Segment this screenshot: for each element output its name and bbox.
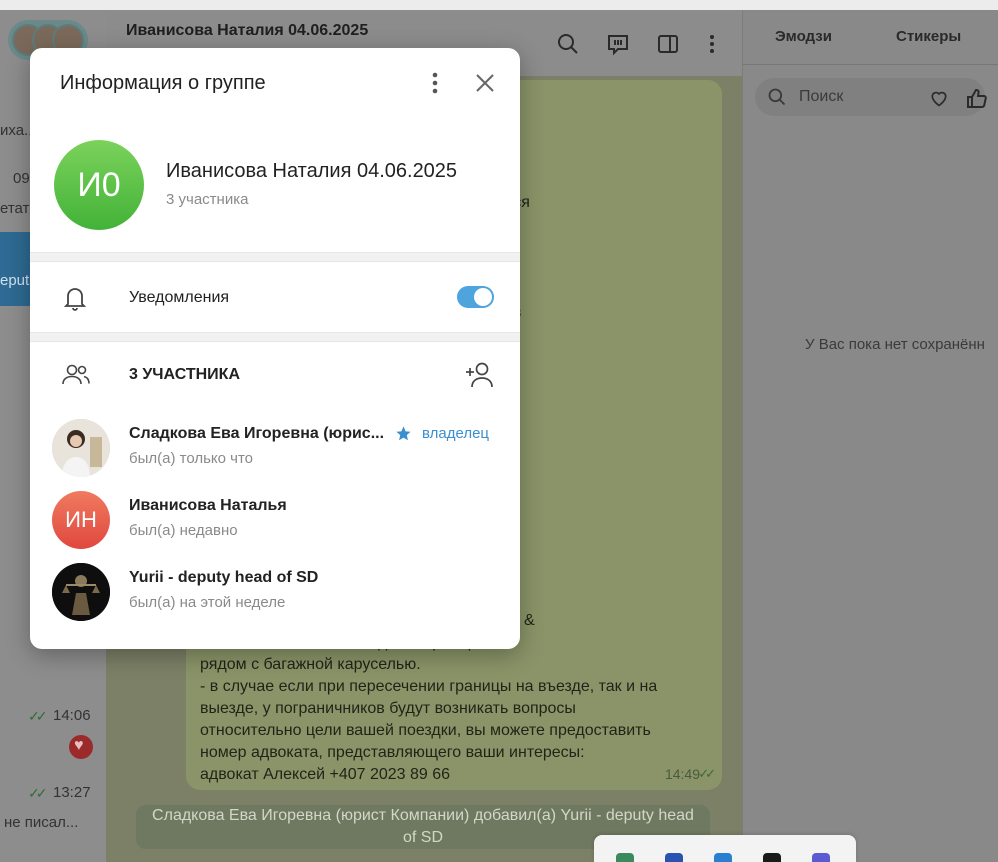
sticker-search-input[interactable]: Поиск [755,78,985,116]
section-divider [30,332,520,342]
members-count-title: 3 УЧАСТНИКА [129,366,240,383]
member-photo [52,419,110,477]
thumbs-up-icon[interactable] [965,88,989,108]
live-stream-icon[interactable] [606,32,630,56]
chat-preview-fragment[interactable]: не писал... [4,814,78,831]
toggle-knob [474,288,492,306]
member-name: Сладкова Ева Игоревна (юрис... [129,425,385,442]
member-name: Иванисова Наталья [129,497,287,514]
avatar [52,563,110,621]
chat-time: 14:06 [53,707,91,724]
people-icon [62,364,90,385]
member-row[interactable]: Yurii - deputy head of SD был(а) на этой… [30,559,520,629]
message-read-icon: ✓✓ [698,766,716,781]
tab-emoji[interactable]: Эмодзи [775,28,832,45]
group-name: Иванисова Наталия 04.06.2025 [166,160,458,182]
chat-preview-fragment: 09 [13,170,30,187]
read-checks-icon: ✓✓ [28,785,48,801]
avatar: ИН [52,491,110,549]
tab-stickers[interactable]: Стикеры [896,28,961,45]
chat-time: 13:27 [53,784,91,801]
member-status: был(а) недавно [129,522,238,539]
app-icon[interactable] [616,853,634,862]
empty-saved-text: У Вас пока нет сохранённ [805,336,985,353]
search-placeholder: Поиск [799,88,844,105]
more-vertical-icon[interactable] [424,70,446,96]
member-photo [52,563,110,621]
chat-preview-fragment: eput [0,272,30,289]
member-name: Yurii - deputy head of SD [129,569,319,586]
taskbar [594,835,856,862]
avatar [52,419,110,477]
chat-title[interactable]: Иванисова Наталия 04.06.2025 [126,22,368,40]
chat-preview-fragment: етат [0,200,30,217]
more-vertical-icon[interactable] [700,32,724,56]
search-icon [768,88,786,106]
member-status: был(а) на этой неделе [129,594,286,611]
app-icon[interactable] [665,853,683,862]
search-icon[interactable] [556,32,580,56]
group-avatar: И0 [54,140,144,230]
dialog-title: Информация о группе [60,72,266,94]
app-icon[interactable] [714,853,732,862]
add-member-icon[interactable] [464,360,494,388]
notifications-label: Уведомления [129,289,230,306]
message-time: 14:49 [664,766,700,782]
bell-icon [63,288,87,311]
member-status: был(а) только что [129,450,254,467]
divider [743,64,998,65]
group-info-dialog: Информация о группе И0 Иванисова Наталия… [30,48,520,649]
heart-icon[interactable] [929,88,949,108]
owner-badge: владелец [422,425,490,442]
app-icon[interactable] [763,853,781,862]
group-member-count: 3 участника [166,191,249,208]
section-divider [30,252,520,262]
app-icon[interactable] [812,853,830,862]
window-top-strip [0,0,998,10]
heart-reaction-icon [69,735,93,759]
member-row[interactable]: Сладкова Ева Игоревна (юрис... владелец … [30,415,520,485]
read-checks-icon: ✓✓ [28,708,48,724]
sidebar-toggle-icon[interactable] [656,32,680,56]
member-row[interactable]: ИН Иванисова Наталья был(а) недавно [30,487,520,557]
star-icon [396,426,411,441]
notifications-toggle[interactable] [457,286,494,308]
close-icon[interactable] [474,72,496,94]
emoji-sticker-panel: Эмодзи Стикеры Поиск У Вас пока нет сохр… [742,10,998,862]
